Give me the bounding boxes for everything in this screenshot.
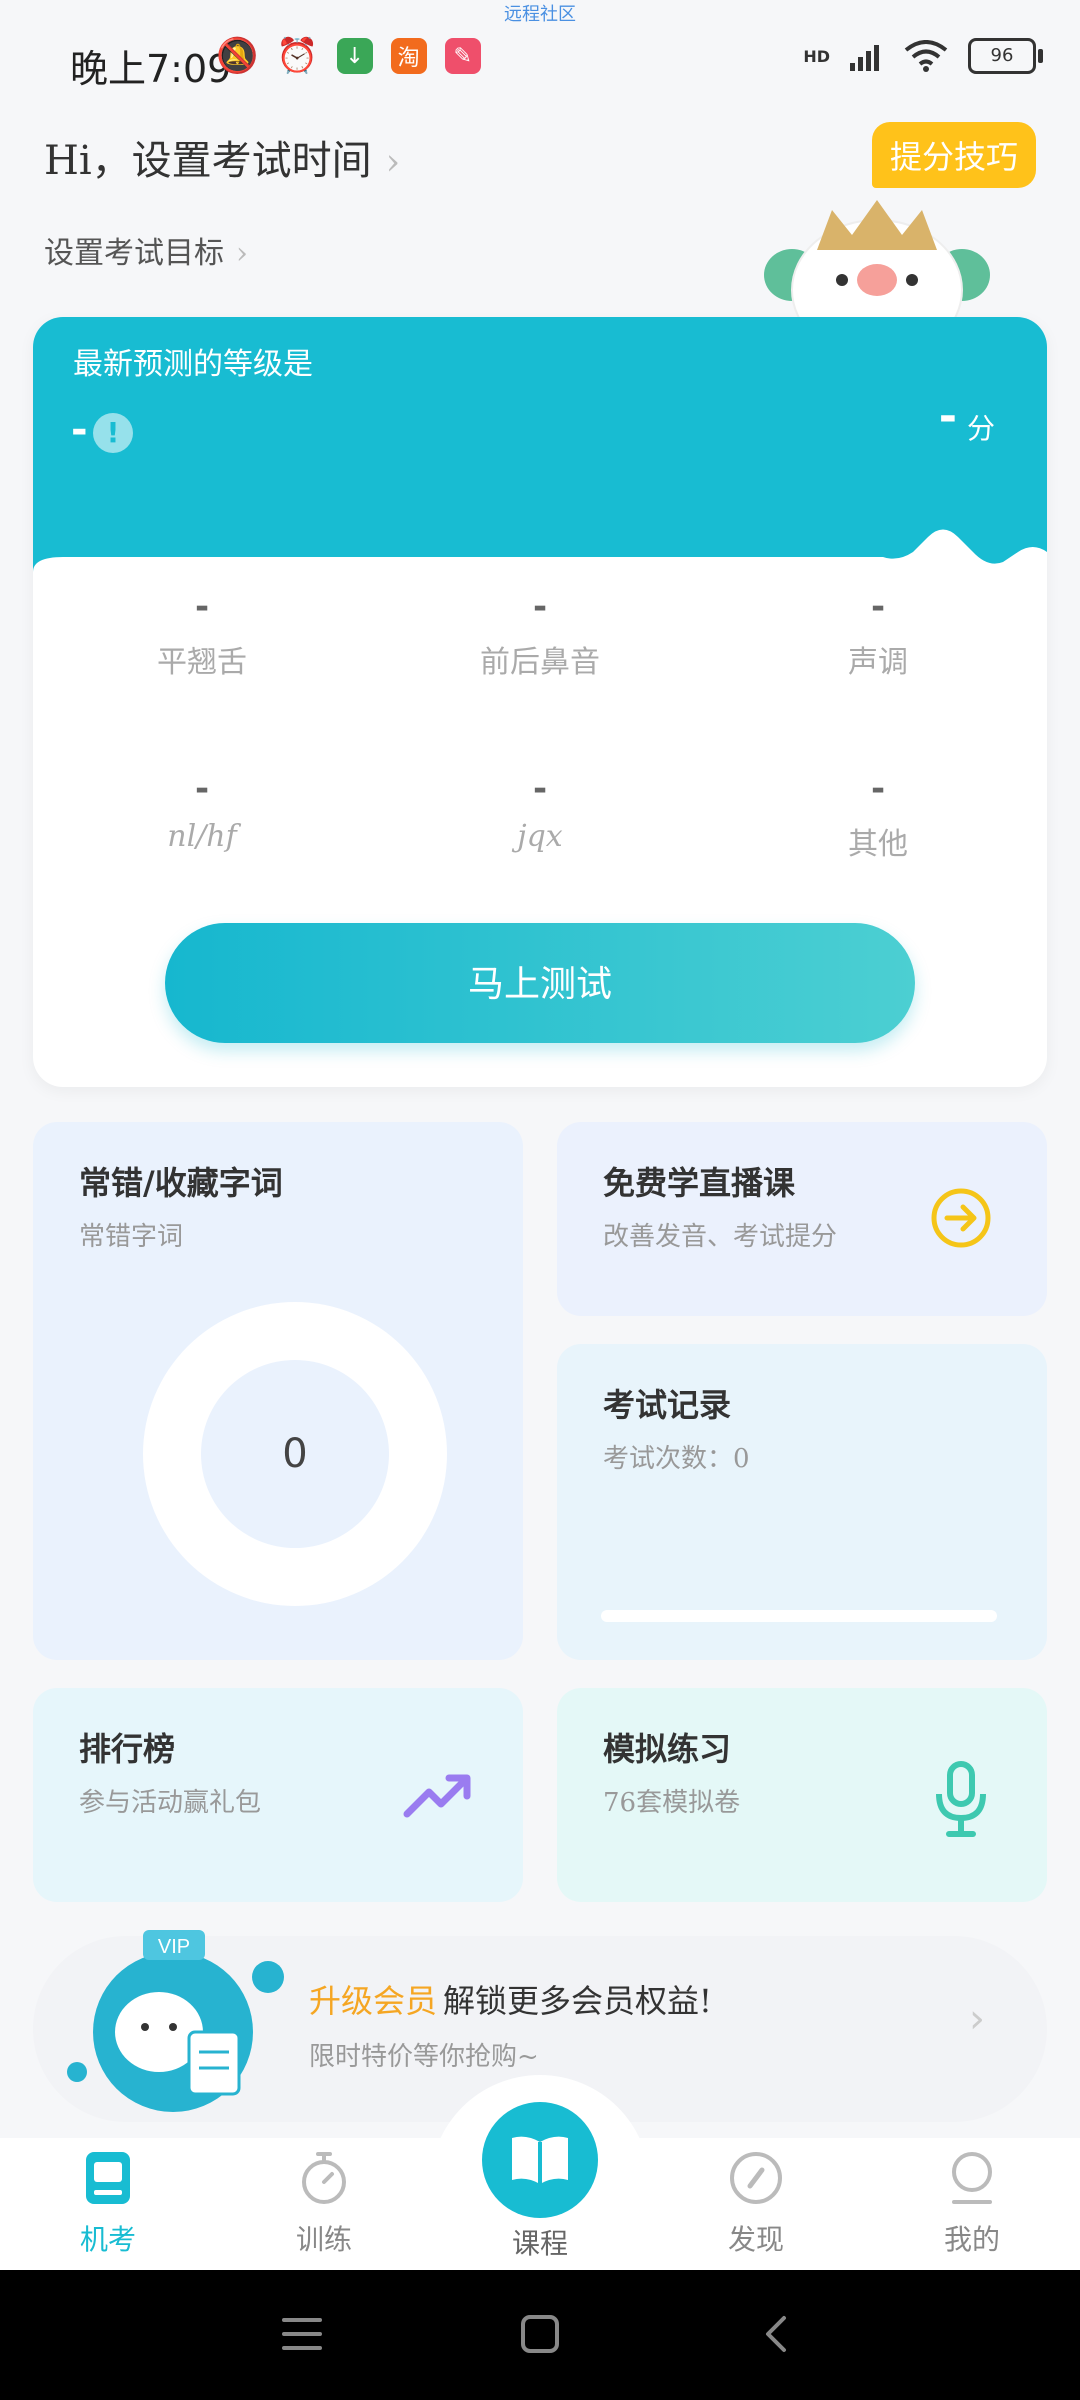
alarm-icon: ⏰ [276,36,319,76]
message-app-icon: ✎ [444,38,481,74]
wrong-words-card[interactable]: 常错/收藏字词 常错字词 0 [33,1122,523,1660]
metric-value: - [870,769,886,809]
metric-other: - 其他 [709,769,1047,863]
greeting-text: Hi，设置考试时间 [44,138,372,184]
exam-tab-icon [86,2152,130,2204]
metric-pingqiaoshe: - 平翘舌 [33,587,371,681]
metric-value: - [532,587,548,627]
system-navigation-bar [0,2270,1080,2400]
mock-practice-title: 模拟练习 [603,1730,732,1768]
mascot-illustration [764,200,990,320]
tab-mine[interactable]: 我的 [902,2150,1042,2258]
tab-label: 我的 [943,2223,1000,2256]
start-test-button[interactable]: 马上测试 [165,923,915,1043]
tab-training[interactable]: 训练 [254,2150,394,2258]
card-wave-divider [33,512,1047,572]
tab-discover[interactable]: 发现 [686,2150,826,2258]
chevron-right-icon: › [236,236,248,271]
metric-value: - [194,587,210,627]
free-live-class-card[interactable]: 免费学直播课 改善发音、考试提分 [557,1122,1047,1316]
vip-badge-text: VIP [158,1936,190,1958]
profile-icon [952,2152,992,2204]
leaderboard-subtitle: 参与活动赢礼包 [79,1788,262,1818]
score-tips-button[interactable]: 提分技巧 [871,122,1036,188]
vip-subtitle: 限时特价等你抢购~ [309,2042,539,2072]
notification-icons: 🔕 ⏰ ↓ 淘 ✎ [216,36,481,76]
taobao-app-icon: 淘 [390,38,427,74]
tab-course-label: 课程 [511,2227,568,2260]
score-unit: 分 [966,412,995,445]
metric-shengdiao: - 声调 [709,587,1047,681]
trending-up-icon [403,1774,471,1818]
tab-label: 发现 [727,2223,784,2256]
wrong-words-count: 0 [201,1360,389,1548]
metric-value: - [194,769,210,809]
compass-icon [730,2152,782,2204]
metric-label: 声调 [848,645,908,680]
target-text: 设置考试目标 [44,236,224,271]
exam-record-card[interactable]: 考试记录 考试次数：0 [557,1344,1047,1660]
mute-icon: 🔕 [216,36,259,76]
metric-qianhoubiyin: - 前后鼻音 [371,587,709,681]
wrong-words-subtitle: 常错字词 [79,1222,184,1252]
metric-label: nl/hf [167,819,237,854]
status-time: 晚上7:09 [70,47,232,91]
back-icon[interactable] [760,2314,790,2354]
predicted-score: - [938,391,957,442]
microphone-icon [936,1761,986,1837]
prediction-title: 最新预测的等级是 [73,347,313,382]
set-exam-time-link[interactable]: Hi，设置考试时间 › [44,128,400,186]
chevron-right-icon: › [385,142,401,183]
metric-value: - [870,587,886,627]
exam-record-title: 考试记录 [603,1386,732,1424]
exam-record-progress-bar [601,1610,997,1622]
wrong-words-title: 常错/收藏字词 [79,1164,283,1202]
metric-label: 平翘舌 [157,645,247,680]
exam-record-subtitle: 考试次数：0 [603,1444,750,1474]
predicted-level: - [71,407,88,453]
stopwatch-icon [302,2152,346,2204]
wifi-icon [904,40,948,72]
leaderboard-title: 排行榜 [79,1730,176,1768]
live-class-title: 免费学直播课 [603,1164,796,1202]
live-class-subtitle: 改善发音、考试提分 [603,1222,838,1252]
info-icon[interactable]: ! [93,413,133,453]
mock-practice-subtitle: 76套模拟卷 [603,1788,741,1818]
prediction-card: 最新预测的等级是 - ! - 分 - 平翘舌 - 前后鼻音 - 声调 - nl/… [33,317,1047,1087]
system-status: HD 96 [803,38,1043,74]
tab-label: 训练 [295,2223,352,2256]
menu-icon[interactable] [282,2316,322,2352]
metric-label: jqx [517,819,563,854]
set-exam-target-link[interactable]: 设置考试目标 › [44,228,248,272]
metric-label: 前后鼻音 [480,645,600,680]
signal-icon [850,45,879,71]
vip-title-highlight: 升级会员 [309,1982,438,2020]
network-type: HD [803,46,830,66]
battery-indicator: 96 [968,38,1043,74]
community-watermark: 远程社区 [504,4,576,25]
download-app-icon: ↓ [336,38,373,74]
mock-practice-card[interactable]: 模拟练习 76套模拟卷 [557,1688,1047,1902]
arrow-right-circle-icon [931,1188,991,1248]
metric-label: 其他 [848,827,908,862]
book-icon [512,2136,568,2184]
vip-cat-illustration: VIP [67,1930,284,2112]
chevron-right-icon: › [969,1996,985,2042]
leaderboard-card[interactable]: 排行榜 参与活动赢礼包 [33,1688,523,1902]
vip-title: 解锁更多会员权益! [443,1982,712,2020]
metric-value: - [532,769,548,809]
metric-jqx: - jqx [371,769,709,854]
home-icon[interactable] [520,2314,560,2354]
tab-label: 机考 [79,2223,136,2256]
tab-course[interactable] [482,2102,598,2218]
metric-nlhf: - nl/hf [33,769,371,854]
tab-jikao[interactable]: 机考 [38,2150,178,2258]
